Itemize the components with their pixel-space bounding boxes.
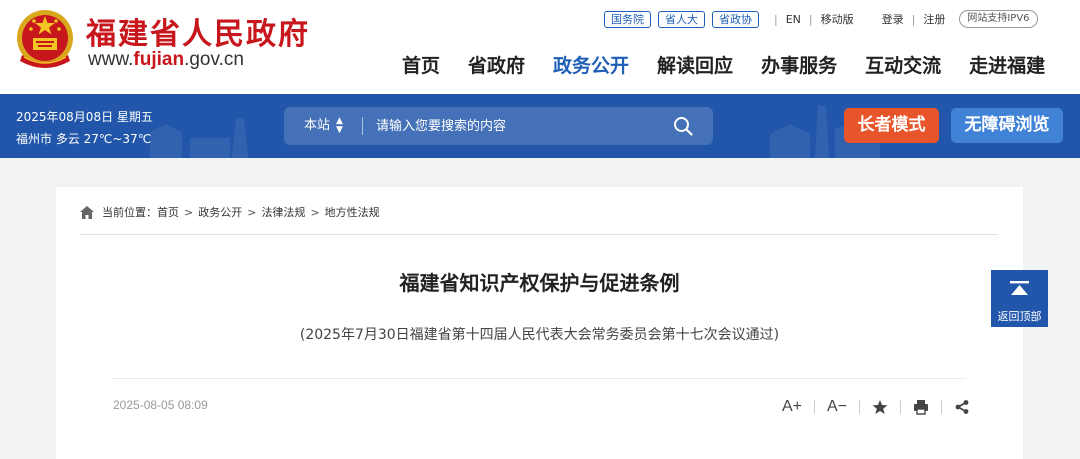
breadcrumb-separator: > [184,205,194,219]
divider [941,400,943,414]
search-band: 2025年08月08日 星期五 福州市 多云 27℃~37℃ 本站 ▲▼ 长者模式… [0,94,1080,158]
link-provincial-congress[interactable]: 省人大 [658,10,705,28]
weather-info: 福州市 多云 27℃~37℃ [16,132,152,146]
search-input[interactable] [376,115,666,137]
print-icon[interactable] [913,399,929,415]
article-title: 福建省知识产权保护与促进条例 [399,271,680,295]
divider [859,400,861,414]
divider: | [774,12,778,26]
nav-about-fujian[interactable]: 走进福建 [969,51,1045,78]
search-box: 本站 ▲ ▼ [284,107,713,145]
breadcrumb-separator: > [310,205,320,219]
back-to-top-button[interactable]: 返回顶部 [991,270,1048,327]
site-url-suffix: .gov.cn [184,49,244,70]
site-url-prefix: www. [88,49,134,70]
divider [900,400,902,414]
back-to-top-icon [1010,281,1029,295]
current-date: 2025年08月08日 星期五 [16,110,153,124]
link-english[interactable]: EN [786,13,801,26]
home-icon [80,205,94,219]
nav-interpretation[interactable]: 解读回应 [657,51,733,78]
site-url: www.fujian.gov.cn [88,49,244,71]
breadcrumb-divider [80,234,998,235]
accessible-browse-button[interactable]: 无障碍浏览 [951,108,1063,143]
meta-divider [112,378,966,379]
star-icon[interactable] [872,399,888,415]
divider: | [911,12,916,26]
divider: | [808,12,813,26]
link-provincial-cppcc[interactable]: 省政协 [712,10,759,28]
link-state-council[interactable]: 国务院 [604,10,651,28]
article-subtitle: (2025年7月30日福建省第十四届人民代表大会常务委员会第十七次会议通过) [299,327,780,343]
breadcrumb-label: 当前位置： [102,206,157,219]
divider [814,400,816,414]
link-login[interactable]: 登录 [882,11,904,27]
nav-interaction[interactable]: 互动交流 [865,51,941,78]
search-scope-label: 本站 [304,118,331,133]
font-decrease-button[interactable]: A− [827,398,847,416]
search-icon[interactable] [672,115,694,137]
article-tools: A+ A− [782,394,970,420]
site-title[interactable]: 福建省人民政府 [86,9,310,53]
ipv6-badge: 网站支持IPV6 [959,10,1038,28]
nav-government-affairs[interactable]: 政务公开 [553,51,629,78]
breadcrumb-item-government-affairs[interactable]: 政务公开 [198,204,242,220]
link-register[interactable]: 注册 [923,11,945,27]
national-emblem-icon[interactable] [14,7,76,73]
nav-services[interactable]: 办事服务 [761,51,837,78]
site-url-highlight: fujian [133,49,185,70]
breadcrumb-separator: > [247,205,257,219]
breadcrumb-item-laws[interactable]: 法律法规 [261,204,305,220]
font-increase-button[interactable]: A+ [782,398,802,416]
nav-provincial-government[interactable]: 省政府 [468,51,525,78]
search-scope-select[interactable]: 本站 ▲ ▼ [304,107,343,145]
breadcrumb-item-local-regulations[interactable]: 地方性法规 [325,204,380,220]
nav-home[interactable]: 首页 [402,51,440,78]
elder-mode-button[interactable]: 长者模式 [844,108,939,143]
site-header: 福建省人民政府 www.fujian.gov.cn 国务院 省人大 省政协 | … [0,0,1080,94]
publish-date: 2025-08-05 08:09 [113,398,208,412]
article-card: 当前位置： 首页 > 政务公开 > 法律法规 > 地方性法规 福建省知识产权保护… [56,187,1023,459]
back-to-top-label: 返回顶部 [997,310,1042,323]
breadcrumb: 当前位置： 首页 > 政务公开 > 法律法规 > 地方性法规 [80,204,380,220]
sort-arrows-icon: ▲ ▼ [336,115,343,135]
link-mobile[interactable]: 移动版 [821,11,854,27]
top-utility-links: 国务院 省人大 省政协 | EN | 移动版 登录 | 注册 网站支持IPV6 [604,10,1038,28]
main-nav: 首页 省政府 政务公开 解读回应 办事服务 互动交流 走进福建 [402,51,1045,78]
search-divider [362,117,363,135]
share-icon[interactable] [954,399,970,415]
breadcrumb-item-home[interactable]: 首页 [157,204,179,220]
